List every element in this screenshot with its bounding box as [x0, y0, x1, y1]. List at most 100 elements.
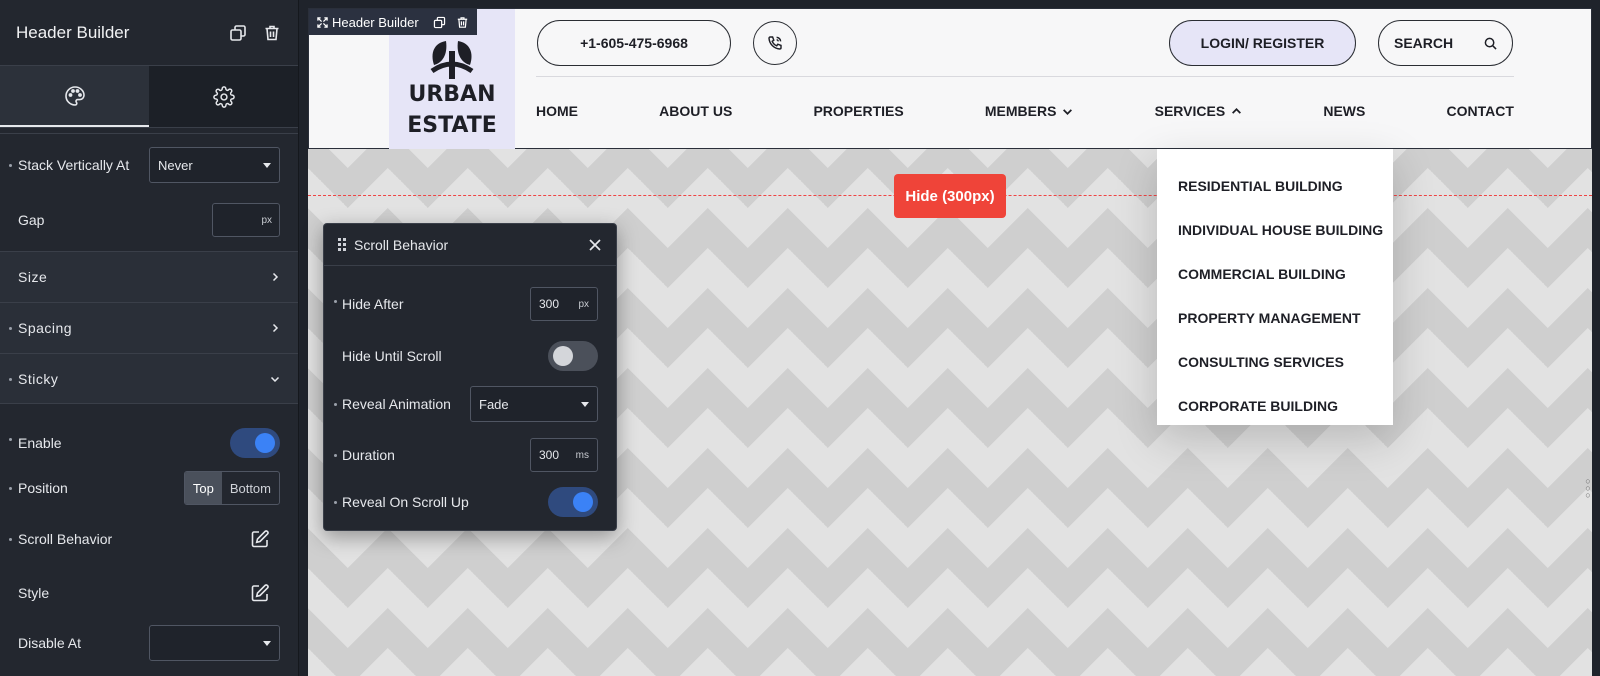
main-nav: HOME ABOUT US PROPERTIES MEMBERS SERVICE…	[536, 103, 1514, 119]
reveal-animation-row: Reveal Animation Fade	[324, 376, 616, 432]
hide-until-scroll-toggle[interactable]	[548, 341, 598, 371]
login-register-label: LOGIN/ REGISTER	[1200, 35, 1325, 51]
responsive-dot	[334, 454, 337, 457]
chevron-down-icon	[581, 401, 589, 407]
nav-label: HOME	[536, 103, 578, 119]
stack-vertically-select[interactable]: Never	[149, 147, 280, 183]
duplicate-icon[interactable]	[228, 23, 248, 43]
nav-item-contact[interactable]: CONTACT	[1447, 103, 1514, 119]
chevron-down-icon	[263, 640, 271, 646]
dropdown-item[interactable]: CORPORATE BUILDING	[1157, 384, 1393, 428]
gap-label: Gap	[18, 212, 45, 228]
call-button[interactable]	[753, 21, 797, 65]
position-option-top[interactable]: Top	[184, 472, 222, 504]
responsive-dot	[334, 403, 337, 406]
position-option-bottom[interactable]: Bottom	[222, 472, 279, 504]
disable-at-row: Disable At	[0, 610, 298, 676]
login-register-button[interactable]: LOGIN/ REGISTER	[1169, 20, 1356, 66]
close-icon[interactable]	[588, 238, 602, 252]
section-spacing[interactable]: Spacing	[0, 302, 298, 353]
enable-label: Enable	[18, 435, 62, 451]
disable-at-label: Disable At	[18, 635, 82, 651]
style-label: Style	[18, 585, 50, 601]
nav-item-about-us[interactable]: ABOUT US	[659, 103, 732, 119]
scroll-behavior-popup: Scroll Behavior Hide After 300 px Hide U…	[323, 223, 617, 531]
duration-label: Duration	[342, 447, 395, 463]
enable-toggle[interactable]	[230, 428, 280, 458]
responsive-dot	[9, 327, 12, 330]
leaf-logo-icon	[430, 41, 474, 79]
hide-after-label: Hide After	[342, 296, 404, 312]
stack-vertically-row: Stack Vertically At Never	[0, 134, 298, 196]
gap-input[interactable]: px	[212, 203, 280, 237]
dropdown-item[interactable]: RESIDENTIAL BUILDING	[1157, 164, 1393, 208]
disable-at-select[interactable]	[149, 625, 280, 661]
section-size[interactable]: Size	[0, 251, 298, 302]
popup-header: Scroll Behavior	[324, 224, 616, 266]
duration-input[interactable]: 300 ms	[530, 438, 598, 472]
toggle-knob	[553, 346, 573, 366]
reveal-on-scroll-up-label: Reveal On Scroll Up	[342, 494, 469, 510]
dropdown-item[interactable]: CONSULTING SERVICES	[1157, 340, 1393, 384]
resize-handle-icon[interactable]: ○ ○ ○	[1584, 477, 1592, 500]
nav-item-home[interactable]: HOME	[536, 103, 578, 119]
responsive-dot	[9, 538, 12, 541]
duration-unit: ms	[575, 449, 589, 461]
duration-value: 300	[539, 448, 560, 462]
trash-icon[interactable]	[262, 23, 282, 43]
dropdown-item[interactable]: PROPERTY MANAGEMENT	[1157, 296, 1393, 340]
responsive-dot	[9, 487, 12, 490]
reveal-animation-value: Fade	[479, 396, 509, 412]
phone-number: +1-605-475-6968	[580, 35, 688, 51]
scroll-behavior-label: Scroll Behavior	[18, 531, 113, 547]
nav-label: MEMBERS	[984, 103, 1057, 119]
edit-icon[interactable]	[250, 529, 270, 549]
nav-item-news[interactable]: NEWS	[1323, 103, 1365, 119]
tab-settings[interactable]	[149, 66, 298, 127]
nav-item-properties[interactable]: PROPERTIES	[813, 103, 903, 119]
reveal-animation-label: Reveal Animation	[342, 396, 451, 412]
phone-call-icon	[768, 36, 782, 50]
reveal-on-scroll-up-toggle[interactable]	[548, 487, 598, 517]
popup-title: Scroll Behavior	[354, 236, 449, 253]
edit-icon[interactable]	[250, 583, 270, 603]
section-sticky[interactable]: Sticky	[0, 353, 298, 404]
chevron-up-icon	[1232, 107, 1242, 114]
reveal-animation-select[interactable]: Fade	[470, 386, 598, 422]
header-builder-tag: Header Builder	[309, 9, 477, 35]
hide-until-scroll-row: Hide Until Scroll	[324, 336, 616, 376]
responsive-dot	[9, 164, 12, 167]
search-label: SEARCH	[1394, 35, 1454, 51]
chevron-down-icon	[1063, 108, 1073, 115]
dropdown-item[interactable]: INDIVIDUAL HOUSE BUILDING	[1157, 208, 1393, 252]
logo-line-2: ESTATE	[407, 113, 497, 138]
hide-threshold-badge: Hide (300px)	[894, 174, 1006, 218]
search-button[interactable]: SEARCH	[1378, 20, 1513, 66]
scroll-behavior-row: Scroll Behavior	[0, 502, 298, 576]
responsive-dot	[9, 377, 12, 381]
hide-until-scroll-label: Hide Until Scroll	[342, 348, 442, 364]
chevron-down-icon	[263, 162, 271, 168]
nav-label: NEWS	[1323, 103, 1366, 119]
move-icon[interactable]	[317, 16, 328, 28]
site-header[interactable]: Header Builder URBAN ESTATE +1-605-475-6…	[308, 8, 1592, 149]
chevron-down-icon	[270, 376, 280, 382]
logo-line-1: URBAN	[408, 82, 496, 107]
panel-title: Header Builder	[16, 22, 130, 42]
tab-style[interactable]	[0, 66, 149, 127]
nav-label: SERVICES	[1154, 103, 1226, 119]
services-dropdown: RESIDENTIAL BUILDING INDIVIDUAL HOUSE BU…	[1157, 149, 1393, 425]
style-row: Style	[0, 576, 298, 610]
section-sticky-label: Sticky	[18, 370, 59, 387]
dropdown-item[interactable]: COMMERCIAL BUILDING	[1157, 252, 1393, 296]
palette-icon	[64, 85, 85, 106]
duplicate-icon[interactable]	[433, 16, 446, 29]
nav-label: ABOUT US	[659, 103, 733, 119]
trash-icon[interactable]	[456, 16, 469, 29]
nav-item-members[interactable]: MEMBERS	[985, 103, 1074, 119]
nav-item-services[interactable]: SERVICES	[1155, 103, 1243, 119]
phone-button[interactable]: +1-605-475-6968	[537, 20, 731, 66]
hide-after-input[interactable]: 300 px	[530, 287, 598, 321]
drag-handle-icon[interactable]	[338, 238, 346, 251]
header-builder-tag-label: Header Builder	[332, 14, 419, 30]
